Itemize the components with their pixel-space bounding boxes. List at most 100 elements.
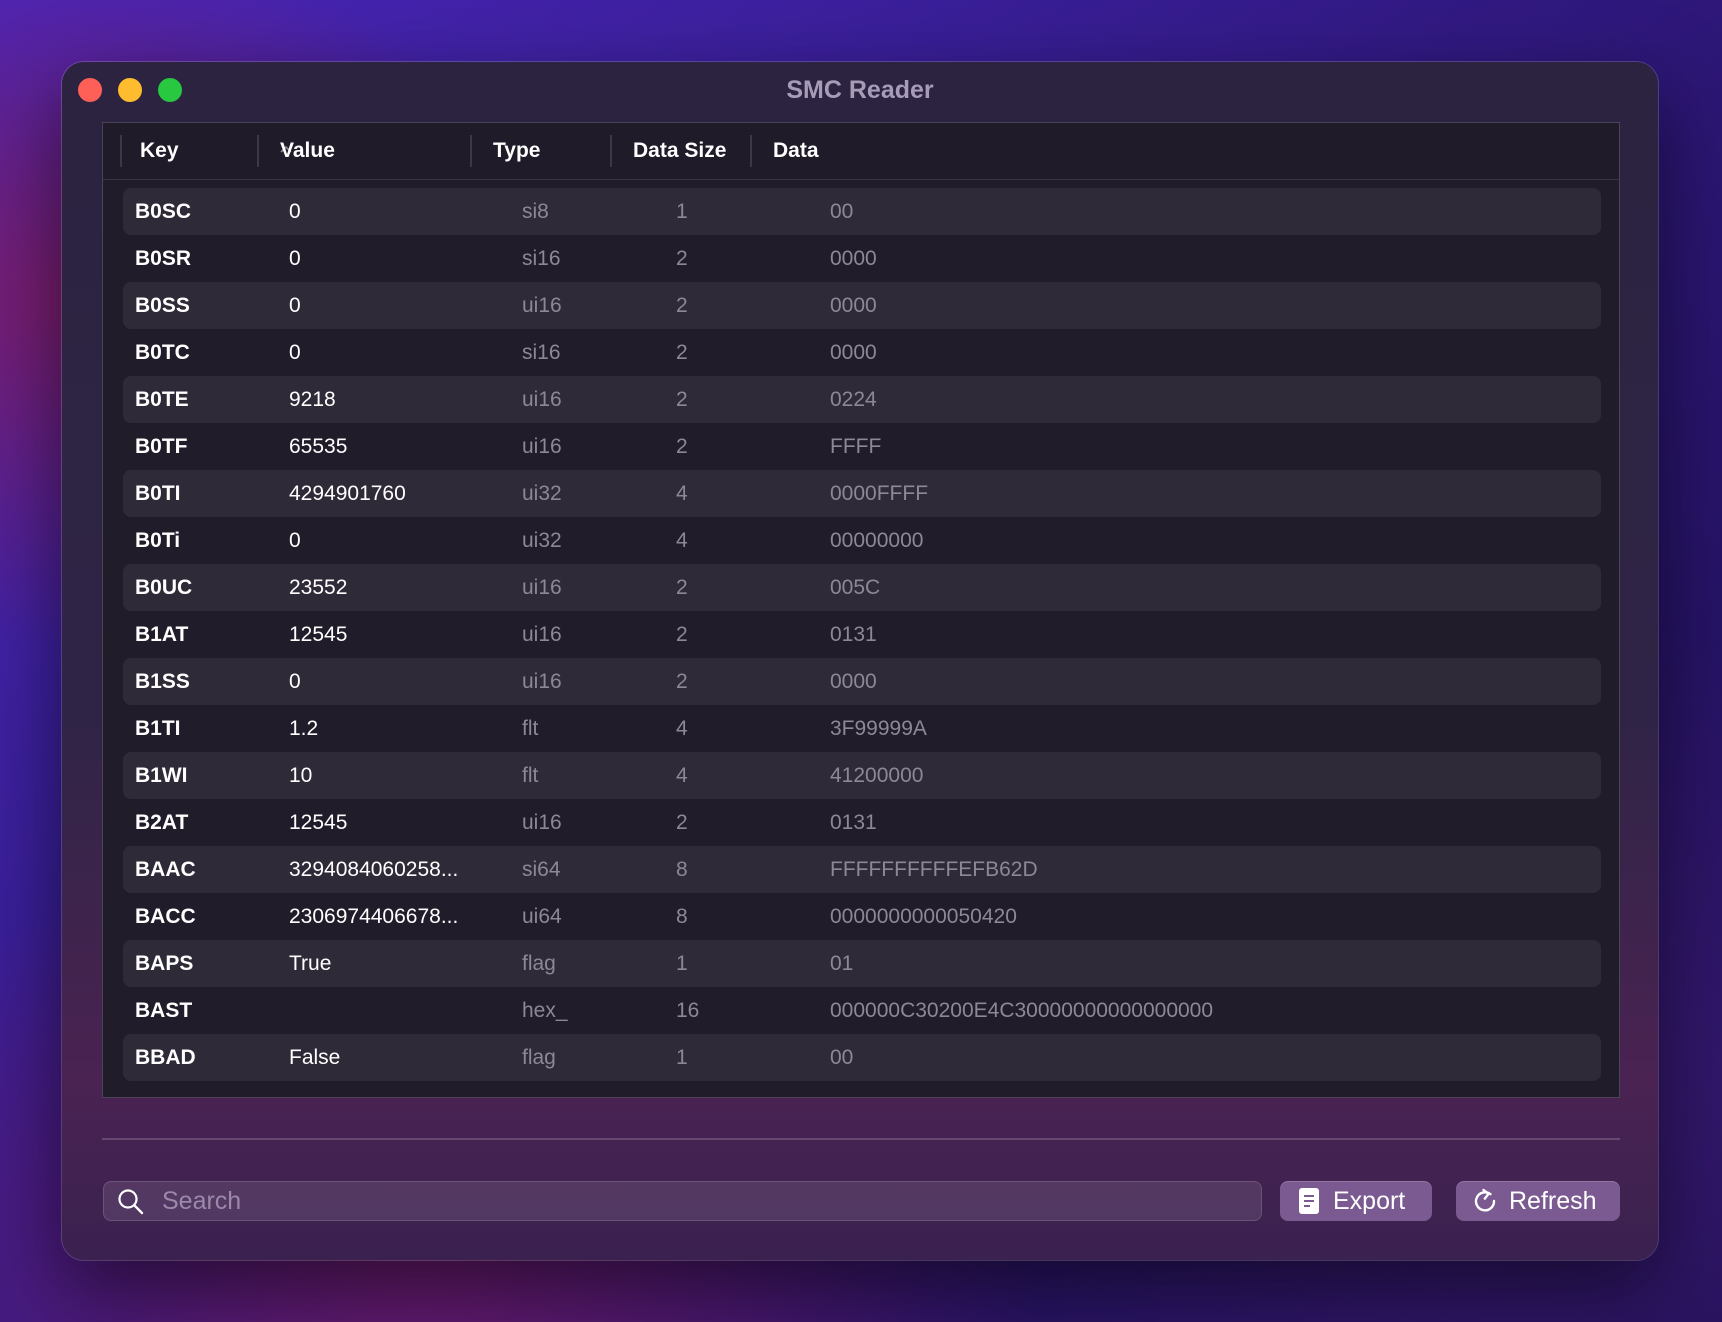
export-button-label: Export xyxy=(1333,1187,1406,1215)
table-row[interactable]: B1TI 1.2 flt 4 3F99999A xyxy=(123,705,1601,752)
cell-data: 01 xyxy=(830,952,854,975)
table-row[interactable]: B1SS 0 ui16 2 0000 xyxy=(123,658,1601,705)
table-row[interactable]: B0UC 23552 ui16 2 005C xyxy=(123,564,1601,611)
cell-value: 12545 xyxy=(289,811,348,834)
cell-type: si64 xyxy=(522,858,561,881)
cell-data: 005C xyxy=(830,576,881,599)
cell-type: flt xyxy=(522,717,539,740)
cell-value: 0 xyxy=(289,200,301,223)
cell-type: ui32 xyxy=(522,482,562,505)
cell-key: B0SR xyxy=(135,247,192,270)
table-row[interactable]: BAPS True flag 1 01 xyxy=(123,940,1601,987)
cell-data-size: 8 xyxy=(676,858,688,881)
column-separator[interactable] xyxy=(750,135,752,167)
table-row[interactable]: BAAC 3294084060258... si64 8 FFFFFFFFFFEFB62… xyxy=(123,846,1601,893)
cell-data: 0000 xyxy=(830,294,877,317)
cell-key: B0TF xyxy=(135,435,188,458)
cell-key: B1WI xyxy=(135,764,188,787)
table-row[interactable]: B0SS 0 ui16 2 0000 xyxy=(123,282,1601,329)
column-header-data-size[interactable]: Data Size xyxy=(633,123,763,179)
table-row[interactable]: BBAD False flag 1 00 xyxy=(123,1034,1601,1081)
table-row[interactable]: BAST hex_ 16 000000C30200E4C300000000000000… xyxy=(123,987,1601,1034)
cell-value: 12545 xyxy=(289,623,348,646)
table-row[interactable]: B0SC 0 si8 1 00 xyxy=(123,188,1601,235)
cell-key: B1SS xyxy=(135,670,190,693)
cell-type: flag xyxy=(522,952,556,975)
cell-data-size: 1 xyxy=(676,200,688,223)
export-button[interactable]: Export xyxy=(1280,1181,1432,1221)
cell-data-size: 1 xyxy=(676,952,688,975)
cell-data: 0224 xyxy=(830,388,877,411)
cell-data: 0131 xyxy=(830,623,877,646)
column-header-key[interactable]: Key xyxy=(140,123,292,179)
cell-type: ui16 xyxy=(522,576,562,599)
cell-key: BAST xyxy=(135,999,193,1022)
table-row[interactable]: B0TI 4294901760 ui32 4 0000FFFF xyxy=(123,470,1601,517)
table-row[interactable]: B0TE 9218 ui16 2 0224 xyxy=(123,376,1601,423)
cell-key: B0TE xyxy=(135,388,189,411)
cell-data-size: 4 xyxy=(676,717,688,740)
cell-data: 00000000 xyxy=(830,529,924,552)
cell-data-size: 1 xyxy=(676,1046,688,1069)
cell-data: FFFF xyxy=(830,435,882,458)
cell-type: ui16 xyxy=(522,811,562,834)
column-separator xyxy=(120,135,122,167)
cell-data-size: 2 xyxy=(676,388,688,411)
cell-type: flag xyxy=(522,1046,556,1069)
footer-divider xyxy=(102,1138,1620,1140)
cell-type: si16 xyxy=(522,341,561,364)
cell-key: BAAC xyxy=(135,858,196,881)
table-row[interactable]: B0TC 0 si16 2 0000 xyxy=(123,329,1601,376)
refresh-button[interactable]: Refresh xyxy=(1456,1181,1620,1221)
table-row[interactable]: B0SR 0 si16 2 0000 xyxy=(123,235,1601,282)
cell-value: 9218 xyxy=(289,388,336,411)
cell-key: B1TI xyxy=(135,717,181,740)
cell-data-size: 2 xyxy=(676,811,688,834)
cell-type: flt xyxy=(522,764,539,787)
cell-value: 1.2 xyxy=(289,717,319,740)
column-header-label: Key xyxy=(140,139,179,162)
cell-type: ui16 xyxy=(522,388,562,411)
column-separator[interactable] xyxy=(610,135,612,167)
cell-data-size: 2 xyxy=(676,341,688,364)
cell-type: ui16 xyxy=(522,435,562,458)
cell-value: 0 xyxy=(289,294,301,317)
cell-key: B0Ti xyxy=(135,529,181,552)
cell-value: 0 xyxy=(289,529,301,552)
column-header-data[interactable]: Data xyxy=(773,123,893,179)
refresh-icon xyxy=(1474,1188,1496,1212)
column-header-type[interactable]: Type xyxy=(493,123,613,179)
cell-data: 41200000 xyxy=(830,764,924,787)
cell-data-size: 4 xyxy=(676,529,688,552)
cell-key: BBAD xyxy=(135,1046,196,1069)
cell-value: True xyxy=(289,952,332,975)
table-row[interactable]: B1AT 12545 ui16 2 0131 xyxy=(123,611,1601,658)
smc-keys-table: Key Value Type Data Size Data B0SC 0 si8 1 0… xyxy=(102,122,1620,1098)
search-input[interactable] xyxy=(160,1182,1262,1220)
table-row[interactable]: B0TF 65535 ui16 2 FFFF xyxy=(123,423,1601,470)
cell-type: si16 xyxy=(522,247,561,270)
search-field[interactable] xyxy=(103,1181,1262,1221)
column-header-value[interactable]: Value xyxy=(280,123,460,179)
document-icon xyxy=(1299,1188,1319,1214)
cell-value: 65535 xyxy=(289,435,348,458)
table-row[interactable]: B1WI 10 flt 4 41200000 xyxy=(123,752,1601,799)
cell-key: BACC xyxy=(135,905,196,928)
window-title: SMC Reader xyxy=(786,76,934,104)
cell-data-size: 2 xyxy=(676,623,688,646)
table-row[interactable]: BACC 2306974406678... ui64 8 000000000005042… xyxy=(123,893,1601,940)
cell-value: 0 xyxy=(289,670,301,693)
column-separator[interactable] xyxy=(257,135,259,167)
cell-key: BAPS xyxy=(135,952,194,975)
table-body: B0SC 0 si8 1 00 B0SR 0 si16 2 0000 B0SS 0 ui16 2 0000 B… xyxy=(123,188,1601,1081)
cell-value: 23552 xyxy=(289,576,348,599)
cell-key: B0SS xyxy=(135,294,190,317)
cell-value: 3294084060258... xyxy=(289,858,459,881)
refresh-button-label: Refresh xyxy=(1509,1187,1597,1215)
table-row[interactable]: B0Ti 0 ui32 4 00000000 xyxy=(123,517,1601,564)
cell-data-size: 2 xyxy=(676,670,688,693)
table-row[interactable]: B2AT 12545 ui16 2 0131 xyxy=(123,799,1601,846)
cell-data-size: 16 xyxy=(676,999,700,1022)
column-separator[interactable] xyxy=(470,135,472,167)
cell-value: 4294901760 xyxy=(289,482,406,505)
